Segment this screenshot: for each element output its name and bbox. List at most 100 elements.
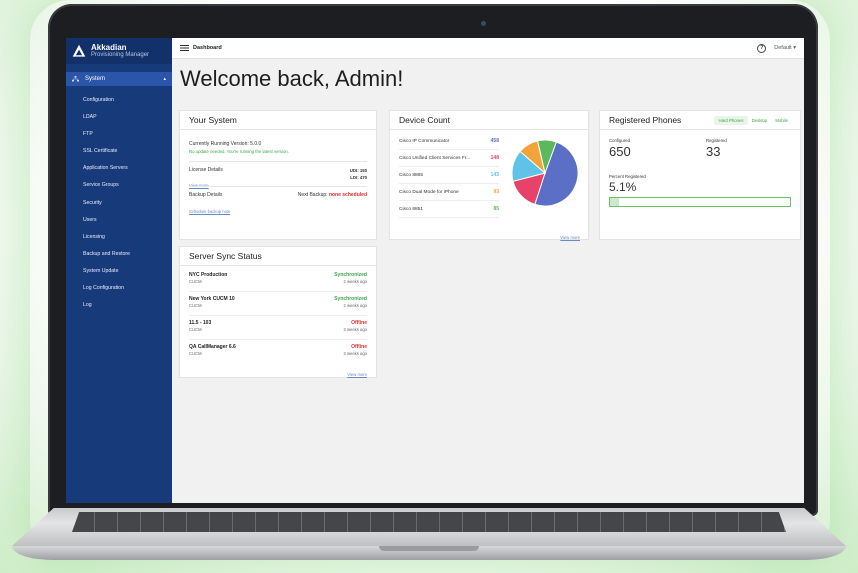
hamburger-menu-icon[interactable]: [180, 45, 189, 51]
device-count-card: Device Count Cisco IP Communicator 458 C…: [390, 111, 588, 240]
sidebar: Akkadian Provisioning Manager System ▴ C…: [66, 38, 172, 503]
sidebar-section-system[interactable]: System ▴: [66, 72, 172, 86]
your-system-card: Your System Currently Running Version: 5…: [180, 111, 376, 239]
akkadian-logo-icon: [72, 44, 86, 57]
server-type: CUCM: [189, 303, 202, 308]
sidebar-item-security[interactable]: Security: [66, 195, 172, 212]
version-text: Currently Running Version: 5.0.0: [189, 141, 262, 147]
phone-type-tabs: Hard Phones Desktop Mobile: [714, 116, 792, 125]
next-backup: Next Backup: none scheduled: [189, 192, 367, 198]
next-backup-value: none scheduled: [328, 192, 367, 198]
registered-value: 33: [706, 144, 721, 159]
laptop-notch: [379, 546, 479, 551]
your-system-title: Your System: [180, 111, 376, 130]
sidebar-item-users[interactable]: Users: [66, 212, 172, 229]
next-backup-label: Next Backup:: [297, 192, 328, 198]
brand[interactable]: Akkadian Provisioning Manager: [66, 38, 172, 64]
device-item[interactable]: Cisco Dual Mode for iPhone 93: [399, 184, 499, 201]
chevron-up-icon: ▴: [163, 76, 166, 82]
device-count: 458: [490, 138, 499, 144]
app-screen: Akkadian Provisioning Manager System ▴ C…: [66, 38, 804, 503]
server-row[interactable]: QA CallManager 6.6 CUCM Offline 3 weeks …: [189, 339, 367, 363]
device-label: Cisco Dual Mode for iPhone: [399, 189, 459, 195]
device-view-more-link[interactable]: View more: [560, 235, 580, 240]
sidebar-item-configuration[interactable]: Configuration: [66, 92, 172, 109]
server-name: 11.5 - 103: [189, 320, 212, 326]
brand-subtitle: Provisioning Manager: [91, 51, 150, 58]
server-last-sync: 2 weeks ago: [343, 303, 367, 308]
percent-value: 5.1%: [609, 180, 637, 194]
sidebar-item-system-update[interactable]: System Update: [66, 263, 172, 280]
configured-label: Configured: [609, 138, 631, 143]
server-name: NYC Production: [189, 272, 228, 278]
server-type: CUCM: [189, 351, 202, 356]
divider: [189, 186, 367, 187]
sidebar-item-ssl-certificate[interactable]: SSL Certificate: [66, 143, 172, 160]
device-item[interactable]: Cisco 8865 143: [399, 167, 499, 184]
device-count: 85: [493, 206, 499, 212]
device-label: Cisco Unified Client Services Fr...: [399, 155, 471, 161]
device-label: Cisco 8865: [399, 172, 423, 178]
brand-name: Akkadian: [91, 42, 127, 52]
sitemap-icon: [72, 76, 79, 82]
sidebar-item-application-servers[interactable]: Application Servers: [66, 160, 172, 177]
sidebar-nav: Configuration LDAP FTP SSL Certificate A…: [66, 92, 172, 314]
version-note: No update needed. You're running the lat…: [189, 149, 289, 154]
device-pie-chart: [511, 139, 579, 207]
profile-dropdown[interactable]: Default ▾: [774, 45, 796, 51]
sidebar-item-licensing[interactable]: Licensing: [66, 229, 172, 246]
help-icon[interactable]: ?: [757, 43, 767, 53]
device-count-title: Device Count: [390, 111, 588, 130]
tab-mobile[interactable]: Mobile: [771, 116, 792, 125]
server-row[interactable]: NYC Production CUCM Synchronized 2 weeks…: [189, 267, 367, 292]
percent-label: Percent Registered: [609, 174, 646, 179]
sidebar-item-log-configuration[interactable]: Log Configuration: [66, 280, 172, 297]
server-status: Offline: [351, 344, 367, 350]
server-sync-title: Server Sync Status: [180, 247, 376, 266]
server-last-sync: 3 weeks ago: [343, 351, 367, 356]
server-row[interactable]: 11.5 - 103 CUCM Offline 3 weeks ago: [189, 315, 367, 340]
server-name: New York CUCM 10: [189, 296, 235, 302]
tab-desktop[interactable]: Desktop: [748, 116, 772, 125]
configured-value: 650: [609, 144, 631, 159]
device-item[interactable]: Cisco IP Communicator 458: [399, 133, 499, 150]
sidebar-item-ftp[interactable]: FTP: [66, 126, 172, 143]
brand-text: Akkadian Provisioning Manager: [91, 42, 150, 59]
server-row[interactable]: New York CUCM 10 CUCM Synchronized 2 wee…: [189, 291, 367, 316]
sidebar-item-service-groups[interactable]: Service Groups: [66, 177, 172, 194]
divider: [189, 161, 367, 162]
ldi-value: LDI: 470: [350, 175, 367, 180]
topbar: Dashboard ? Default ▾: [172, 38, 804, 59]
registered-phones-card: Registered Phones Hard Phones Desktop Mo…: [600, 111, 800, 239]
topbar-right: ? Default ▾: [757, 43, 796, 53]
server-last-sync: 2 weeks ago: [343, 279, 367, 284]
schedule-backup-link[interactable]: Schedule backup now: [189, 209, 230, 214]
device-item[interactable]: Cisco Unified Client Services Fr... 148: [399, 150, 499, 167]
sidebar-item-log[interactable]: Log: [66, 297, 172, 314]
percent-progress-bar: [609, 197, 791, 207]
server-type: CUCM: [189, 327, 202, 332]
server-name: QA CallManager 6.6: [189, 344, 236, 350]
server-last-sync: 3 weeks ago: [343, 327, 367, 332]
percent-progress-fill: [610, 198, 620, 206]
server-status: Synchronized: [334, 296, 367, 302]
page-title: Welcome back, Admin!: [180, 66, 404, 91]
breadcrumb[interactable]: Dashboard: [193, 45, 222, 51]
server-status: Offline: [351, 320, 367, 326]
sidebar-item-ldap[interactable]: LDAP: [66, 109, 172, 126]
laptop-keyboard: [72, 512, 786, 532]
server-status: Synchronized: [334, 272, 367, 278]
device-count: 148: [490, 155, 499, 161]
tab-hard-phones[interactable]: Hard Phones: [714, 116, 748, 125]
sidebar-item-backup-restore[interactable]: Backup and Restore: [66, 246, 172, 263]
registered-label: Registered: [706, 138, 727, 143]
laptop-base: [12, 508, 846, 563]
device-item[interactable]: Cisco 8851 85: [399, 201, 499, 218]
device-count: 143: [490, 172, 499, 178]
server-view-more-link[interactable]: View more: [347, 372, 367, 377]
server-sync-card: Server Sync Status NYC Production CUCM S…: [180, 247, 376, 377]
device-label: Cisco 8851: [399, 206, 423, 212]
webcam: [481, 21, 486, 26]
server-type: CUCM: [189, 279, 202, 284]
device-count: 93: [493, 189, 499, 195]
